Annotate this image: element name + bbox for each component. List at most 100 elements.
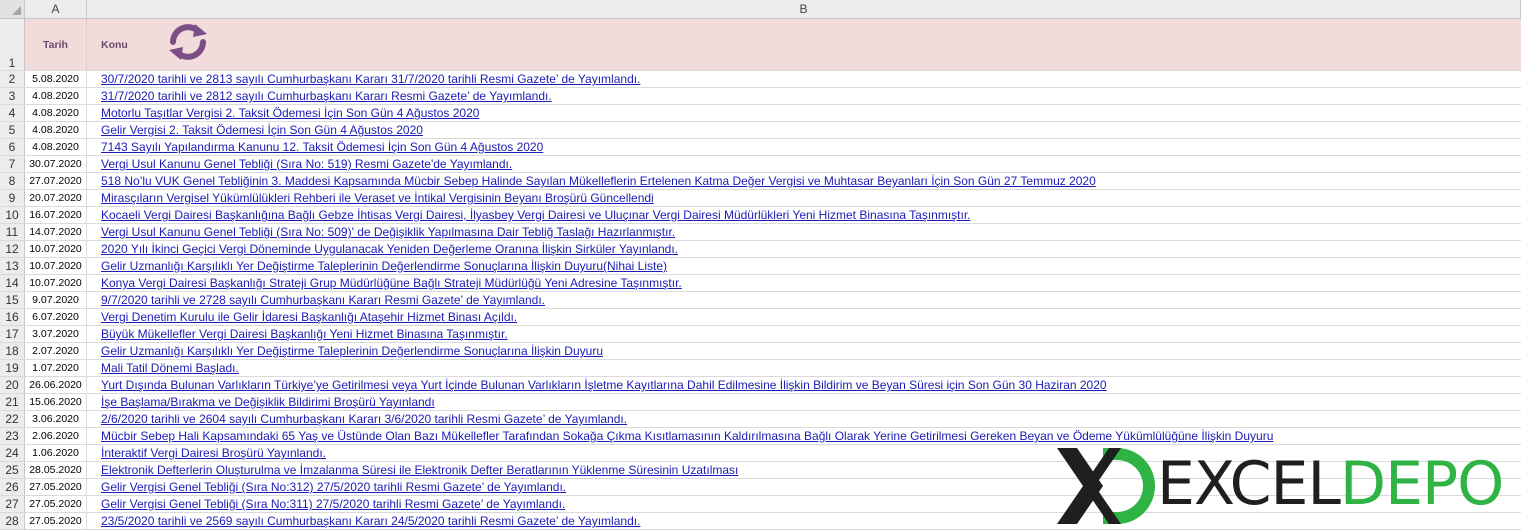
topic-link[interactable]: Gelir Uzmanlığı Karşılıklı Yer Değiştirm… [101, 259, 667, 273]
topic-cell[interactable]: Mirasçıların Vergisel Yükümlülükleri Reh… [87, 190, 1521, 206]
row-number[interactable]: 6 [0, 139, 25, 155]
row-number[interactable]: 10 [0, 207, 25, 223]
date-cell[interactable]: 5.08.2020 [25, 71, 87, 87]
topic-link[interactable]: Mücbir Sebep Hali Kapsamındaki 65 Yaş ve… [101, 429, 1273, 443]
topic-cell[interactable]: Kocaeli Vergi Dairesi Başkanlığına Bağlı… [87, 207, 1521, 223]
topic-cell[interactable]: 2020 Yılı İkinci Geçici Vergi Döneminde … [87, 241, 1521, 257]
topic-link[interactable]: Mirasçıların Vergisel Yükümlülükleri Reh… [101, 191, 654, 205]
date-cell[interactable]: 6.07.2020 [25, 309, 87, 325]
row-number[interactable]: 21 [0, 394, 25, 410]
topic-link[interactable]: Gelir Vergisi Genel Tebliği (Sıra No:311… [101, 497, 565, 511]
row-number[interactable]: 28 [0, 513, 25, 529]
date-cell[interactable]: 28.05.2020 [25, 462, 87, 478]
topic-link[interactable]: 7143 Sayılı Yapılandırma Kanunu 12. Taks… [101, 140, 543, 154]
topic-cell[interactable]: Gelir Vergisi 2. Taksit Ödemesi İçin Son… [87, 122, 1521, 138]
date-cell[interactable]: 4.08.2020 [25, 122, 87, 138]
row-number[interactable]: 13 [0, 258, 25, 274]
date-cell[interactable]: 3.07.2020 [25, 326, 87, 342]
topic-link[interactable]: Gelir Vergisi 2. Taksit Ödemesi İçin Son… [101, 123, 423, 137]
date-cell[interactable]: 4.08.2020 [25, 88, 87, 104]
row-number[interactable]: 4 [0, 105, 25, 121]
topic-cell[interactable]: Vergi Usul Kanunu Genel Tebliği (Sıra No… [87, 224, 1521, 240]
topic-cell[interactable]: Gelir Uzmanlığı Karşılıklı Yer Değiştirm… [87, 258, 1521, 274]
row-number[interactable]: 16 [0, 309, 25, 325]
row-number[interactable]: 11 [0, 224, 25, 240]
topic-link[interactable]: Büyük Mükellefler Vergi Dairesi Başkanlı… [101, 327, 508, 341]
topic-cell[interactable]: 2/6/2020 tarihli ve 2604 sayılı Cumhurba… [87, 411, 1521, 427]
date-cell[interactable]: 30.07.2020 [25, 156, 87, 172]
topic-cell[interactable]: Mali Tatil Dönemi Başladı. [87, 360, 1521, 376]
date-cell[interactable]: 27.05.2020 [25, 479, 87, 495]
topic-link[interactable]: Vergi Usul Kanunu Genel Tebliği (Sıra No… [101, 225, 675, 239]
header-cell-tarih[interactable]: Tarih [25, 19, 87, 70]
date-cell[interactable]: 14.07.2020 [25, 224, 87, 240]
column-header-b[interactable]: B [87, 0, 1521, 18]
row-number[interactable]: 7 [0, 156, 25, 172]
row-number[interactable]: 3 [0, 88, 25, 104]
date-cell[interactable]: 27.07.2020 [25, 173, 87, 189]
row-number[interactable]: 26 [0, 479, 25, 495]
topic-link[interactable]: 2/6/2020 tarihli ve 2604 sayılı Cumhurba… [101, 412, 627, 426]
date-cell[interactable]: 16.07.2020 [25, 207, 87, 223]
topic-link[interactable]: Konya Vergi Dairesi Başkanlığı Strateji … [101, 276, 682, 290]
topic-link[interactable]: İşe Başlama/Bırakma ve Değişiklik Bildir… [101, 395, 435, 409]
date-cell[interactable]: 9.07.2020 [25, 292, 87, 308]
date-cell[interactable]: 20.07.2020 [25, 190, 87, 206]
row-number[interactable]: 20 [0, 377, 25, 393]
topic-link[interactable]: Yurt Dışında Bulunan Varlıkların Türkiye… [101, 378, 1107, 392]
topic-cell[interactable]: İşe Başlama/Bırakma ve Değişiklik Bildir… [87, 394, 1521, 410]
row-number[interactable]: 14 [0, 275, 25, 291]
date-cell[interactable]: 10.07.2020 [25, 275, 87, 291]
row-number[interactable]: 22 [0, 411, 25, 427]
row-number[interactable]: 5 [0, 122, 25, 138]
topic-link[interactable]: Mali Tatil Dönemi Başladı. [101, 361, 239, 375]
topic-cell[interactable]: 9/7/2020 tarihli ve 2728 sayılı Cumhurba… [87, 292, 1521, 308]
topic-cell[interactable]: 518 No’lu VUK Genel Tebliğinin 3. Maddes… [87, 173, 1521, 189]
date-cell[interactable]: 3.06.2020 [25, 411, 87, 427]
date-cell[interactable]: 1.06.2020 [25, 445, 87, 461]
row-number[interactable]: 23 [0, 428, 25, 444]
row-number[interactable]: 18 [0, 343, 25, 359]
topic-cell[interactable]: Vergi Usul Kanunu Genel Tebliği (Sıra No… [87, 156, 1521, 172]
topic-link[interactable]: 2020 Yılı İkinci Geçici Vergi Döneminde … [101, 242, 678, 256]
row-number[interactable]: 15 [0, 292, 25, 308]
date-cell[interactable]: 27.05.2020 [25, 496, 87, 512]
topic-cell[interactable]: Gelir Uzmanlığı Karşılıklı Yer Değiştirm… [87, 343, 1521, 359]
row-number[interactable]: 17 [0, 326, 25, 342]
date-cell[interactable]: 26.06.2020 [25, 377, 87, 393]
date-cell[interactable]: 15.06.2020 [25, 394, 87, 410]
topic-cell[interactable]: 7143 Sayılı Yapılandırma Kanunu 12. Taks… [87, 139, 1521, 155]
topic-cell[interactable]: Motorlu Taşıtlar Vergisi 2. Taksit Ödeme… [87, 105, 1521, 121]
topic-link[interactable]: 9/7/2020 tarihli ve 2728 sayılı Cumhurba… [101, 293, 545, 307]
row-number[interactable]: 25 [0, 462, 25, 478]
select-all-button[interactable] [0, 0, 25, 18]
date-cell[interactable]: 1.07.2020 [25, 360, 87, 376]
column-header-a[interactable]: A [25, 0, 87, 18]
topic-link[interactable]: 31/7/2020 tarihli ve 2812 sayılı Cumhurb… [101, 89, 552, 103]
topic-link[interactable]: İnteraktif Vergi Dairesi Broşürü Yayınla… [101, 446, 326, 460]
topic-link[interactable]: 518 No’lu VUK Genel Tebliğinin 3. Maddes… [101, 174, 1096, 188]
date-cell[interactable]: 2.06.2020 [25, 428, 87, 444]
row-number[interactable]: 9 [0, 190, 25, 206]
row-number[interactable]: 8 [0, 173, 25, 189]
topic-link[interactable]: Vergi Denetim Kurulu ile Gelir İdaresi B… [101, 310, 517, 324]
topic-cell[interactable]: Konya Vergi Dairesi Başkanlığı Strateji … [87, 275, 1521, 291]
topic-link[interactable]: Vergi Usul Kanunu Genel Tebliği (Sıra No… [101, 157, 512, 171]
row-number[interactable]: 27 [0, 496, 25, 512]
topic-link[interactable]: 30/7/2020 tarihli ve 2813 sayılı Cumhurb… [101, 72, 640, 86]
topic-cell[interactable]: Vergi Denetim Kurulu ile Gelir İdaresi B… [87, 309, 1521, 325]
topic-cell[interactable]: 31/7/2020 tarihli ve 2812 sayılı Cumhurb… [87, 88, 1521, 104]
date-cell[interactable]: 2.07.2020 [25, 343, 87, 359]
header-cell-konu[interactable]: Konu [87, 19, 1521, 70]
topic-cell[interactable]: Mücbir Sebep Hali Kapsamındaki 65 Yaş ve… [87, 428, 1521, 444]
topic-link[interactable]: Kocaeli Vergi Dairesi Başkanlığına Bağlı… [101, 208, 971, 222]
topic-link[interactable]: 23/5/2020 tarihli ve 2569 sayılı Cumhurb… [101, 514, 640, 528]
topic-cell[interactable]: 30/7/2020 tarihli ve 2813 sayılı Cumhurb… [87, 71, 1521, 87]
date-cell[interactable]: 10.07.2020 [25, 258, 87, 274]
date-cell[interactable]: 4.08.2020 [25, 139, 87, 155]
row-number[interactable]: 12 [0, 241, 25, 257]
row-number[interactable]: 19 [0, 360, 25, 376]
row-number[interactable]: 1 [0, 19, 25, 70]
topic-cell[interactable]: Büyük Mükellefler Vergi Dairesi Başkanlı… [87, 326, 1521, 342]
topic-link[interactable]: Elektronik Defterlerin Oluşturulma ve İm… [101, 463, 738, 477]
